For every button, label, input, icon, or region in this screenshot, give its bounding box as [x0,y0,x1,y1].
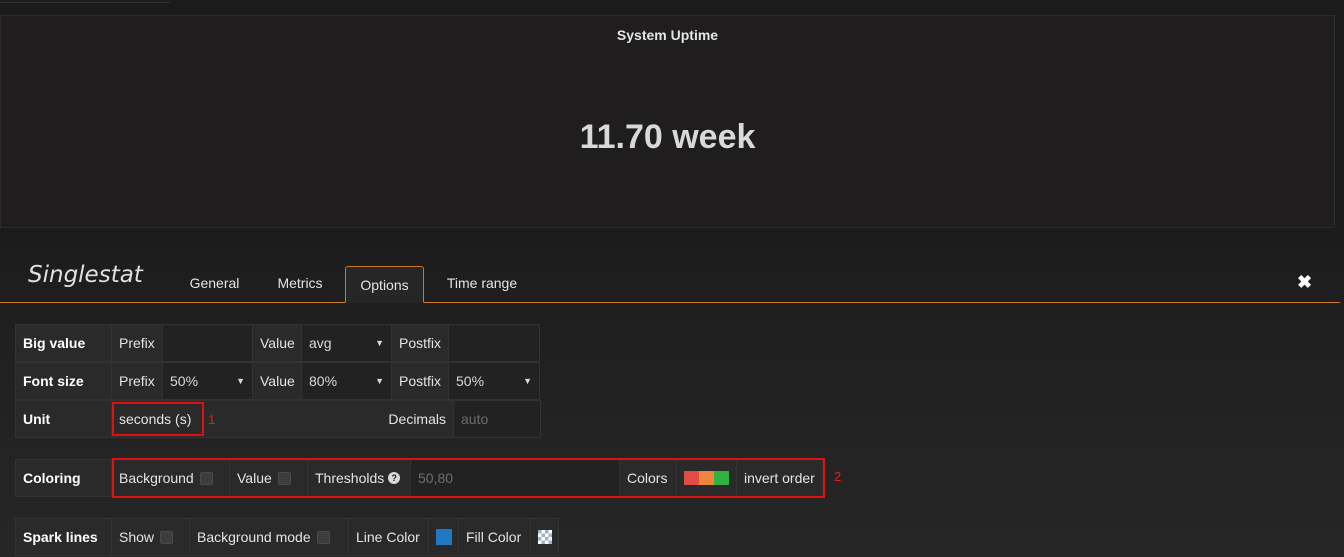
tab-options[interactable]: Options [345,266,424,303]
unit-row: Unit seconds (s) Decimals auto [15,400,541,438]
postfix-label: Postfix [391,362,448,400]
panel-title[interactable]: System Uptime [1,27,1334,43]
annotation-box-1 [112,402,204,436]
big-value-label: Big value [15,324,111,362]
editor-title: Singlestat [28,262,143,288]
tab-underline [0,302,1340,303]
postfix-input[interactable] [448,324,540,362]
tab-metrics[interactable]: Metrics [265,266,335,303]
chevron-down-icon: ▼ [236,376,245,386]
postfix-label: Postfix [391,324,448,362]
prefix-label: Prefix [111,362,162,400]
coloring-label: Coloring [15,459,111,497]
big-value-row: Big value Prefix Value avg ▼ Postfix [15,324,540,362]
font-size-row: Font size Prefix 50% ▼ Value 80% ▼ Postfix… [15,362,540,400]
fill-color-swatch[interactable] [538,530,552,545]
decimals-label: Decimals [381,400,453,438]
big-value-display: 11.70 week [579,118,756,156]
tab-general[interactable]: General [172,266,257,303]
annotation-label-1: 1 [208,412,216,427]
annotation-label-2: 2 [834,469,842,484]
fill-color-label: Fill Color [458,518,530,556]
background-mode-label: Background mode [197,529,311,545]
unit-label: Unit [15,400,111,438]
value-font-select[interactable]: 80% ▼ [301,362,391,400]
show-toggle[interactable]: Show [111,518,189,556]
value-label: Value [252,362,301,400]
background-mode-toggle[interactable]: Background mode [189,518,348,556]
line-color-swatch[interactable] [436,529,452,546]
line-color-picker[interactable] [428,518,458,556]
line-color-label: Line Color [348,518,428,556]
sparklines-row: Spark lines Show Background mode Line Co… [15,518,559,556]
unit-spacer [201,400,381,438]
postfix-font-select-text: 50% [456,373,485,389]
prefix-font-select-text: 50% [170,373,199,389]
chevron-down-icon: ▼ [375,376,384,386]
top-strip [0,0,170,3]
decimals-input[interactable]: auto [453,400,541,438]
chevron-down-icon: ▼ [523,376,532,386]
prefix-label: Prefix [111,324,162,362]
background-mode-checkbox[interactable] [316,530,330,544]
prefix-input[interactable] [162,324,252,362]
sparklines-label: Spark lines [15,518,111,556]
close-icon[interactable]: ✖ [1297,272,1312,293]
annotation-box-2 [112,458,825,498]
tab-time-range[interactable]: Time range [434,266,530,303]
prefix-font-select[interactable]: 50% ▼ [162,362,252,400]
value-label: Value [252,324,301,362]
value-select[interactable]: avg ▼ [301,324,391,362]
font-size-label: Font size [15,362,111,400]
singlestat-panel[interactable]: System Uptime 11.70 week [0,15,1335,228]
value-select-text: avg [309,335,332,351]
fill-color-picker[interactable] [530,518,559,556]
chevron-down-icon: ▼ [375,338,384,348]
postfix-font-select[interactable]: 50% ▼ [448,362,540,400]
show-checkbox[interactable] [160,530,174,544]
show-label: Show [119,529,155,545]
value-font-select-text: 80% [309,373,338,389]
